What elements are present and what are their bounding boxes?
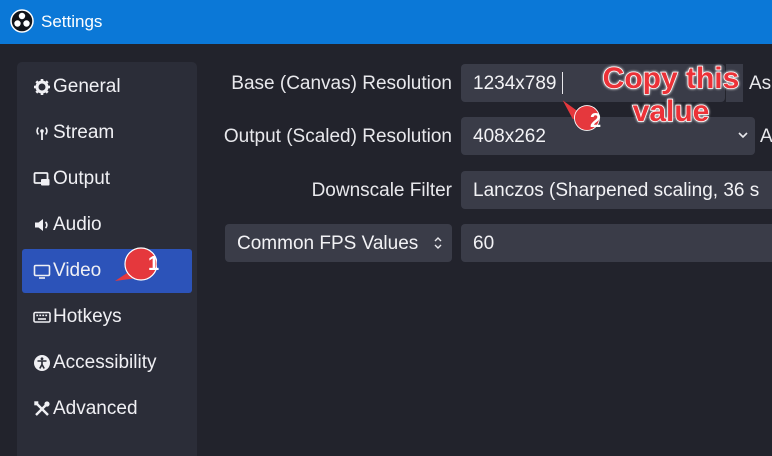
sidebar-item-label: Output — [53, 168, 111, 189]
sidebar-item-label: Advanced — [53, 398, 138, 419]
updown-chevron-icon — [434, 237, 442, 249]
sidebar-item-accessibility[interactable]: Accessibility — [22, 341, 192, 385]
step-1-number: 1 — [148, 253, 160, 275]
chevron-down-icon — [738, 132, 748, 139]
downscale-filter-select[interactable]: Lanczos (Sharpened scaling, 36 s — [461, 171, 772, 209]
output-aspect-label: A — [760, 126, 772, 147]
settings-sidebar: General Stream Output Audio Video Hotkey… — [17, 62, 197, 456]
sidebar-item-hotkeys[interactable]: Hotkeys — [22, 295, 192, 339]
fps-value-select[interactable]: 60 — [461, 224, 772, 262]
title-bar: Settings — [0, 0, 772, 44]
gear-icon — [34, 79, 50, 95]
antenna-icon — [36, 126, 48, 140]
output-icon — [33, 172, 50, 186]
base-aspect-label: As — [749, 73, 772, 94]
text-cursor — [562, 72, 563, 94]
sidebar-item-label: Video — [53, 260, 102, 281]
sidebar-item-advanced[interactable]: Advanced — [22, 387, 192, 431]
monitor-icon — [33, 264, 51, 279]
output-resolution-value: 408x262 — [473, 126, 546, 147]
fps-type-value: Common FPS Values — [237, 233, 419, 254]
base-resolution-label: Base (Canvas) Resolution — [231, 73, 452, 94]
sidebar-item-general[interactable]: General — [22, 65, 192, 109]
downscale-filter-label: Downscale Filter — [311, 180, 452, 201]
sidebar-item-label: Accessibility — [53, 352, 157, 373]
fps-type-select[interactable]: Common FPS Values — [225, 224, 452, 262]
sidebar-item-label: Stream — [53, 122, 115, 143]
sidebar-item-output[interactable]: Output — [22, 157, 192, 201]
accessibility-icon — [34, 355, 50, 371]
copy-value-annotation: Copy this value — [602, 61, 740, 129]
tools-icon — [34, 401, 50, 416]
downscale-filter-value: Lanczos (Sharpened scaling, 36 s — [473, 180, 760, 201]
sidebar-item-video[interactable]: Video — [22, 249, 192, 293]
base-resolution-value: 1234x789 — [473, 73, 557, 94]
fps-value: 60 — [473, 233, 495, 254]
obs-logo-icon — [10, 9, 34, 33]
keyboard-icon — [33, 311, 51, 323]
sidebar-item-label: Hotkeys — [53, 306, 122, 327]
sidebar-item-audio[interactable]: Audio — [22, 203, 192, 247]
sidebar-item-label: General — [53, 76, 121, 97]
sidebar-item-label: Audio — [53, 214, 102, 235]
speaker-icon — [35, 219, 48, 231]
output-resolution-label: Output (Scaled) Resolution — [223, 126, 452, 147]
window-title: Settings — [41, 12, 103, 31]
sidebar-item-stream[interactable]: Stream — [22, 111, 192, 155]
